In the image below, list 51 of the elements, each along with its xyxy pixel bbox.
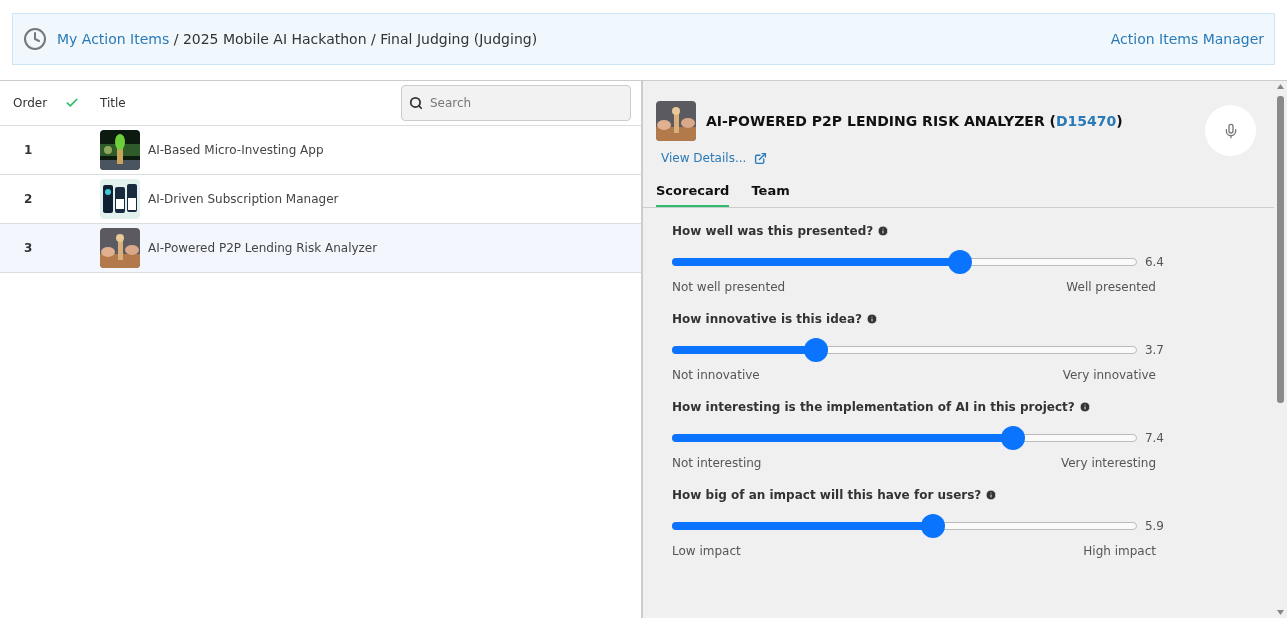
search-field[interactable]: Search	[401, 85, 631, 121]
search-icon	[409, 96, 423, 110]
column-header: Order	[13, 95, 49, 112]
low-label: Not interesting	[672, 454, 762, 472]
slider-value: 6.4	[1144, 253, 1164, 271]
order-number: 2	[24, 191, 34, 208]
question-label: How innovative is this idea?	[672, 310, 862, 328]
order-number: 3	[24, 240, 34, 257]
slider[interactable]	[672, 337, 1137, 362]
info-icon[interactable]	[1078, 400, 1091, 413]
high-label: Very innovative	[1062, 366, 1156, 384]
high-label: Very interesting	[1060, 454, 1156, 472]
slider-thumb[interactable]	[804, 337, 828, 362]
microphone-button[interactable]	[1205, 105, 1256, 156]
slider[interactable]	[672, 249, 1137, 274]
low-label: Low impact	[672, 542, 741, 560]
manager-link[interactable]: Action Items Manager	[1110, 28, 1264, 50]
slider[interactable]	[672, 513, 1137, 538]
slider-value: 3.7	[1144, 341, 1164, 359]
slider-value: 5.9	[1144, 517, 1164, 535]
row-title: AI-Powered P2P Lending Risk Analyzer	[148, 240, 378, 257]
high-label: High impact	[1083, 542, 1156, 560]
slider-thumb[interactable]	[1001, 425, 1026, 450]
slider-thumb[interactable]	[921, 513, 946, 538]
external-link-icon[interactable]	[754, 151, 768, 165]
low-label: Not well presented	[672, 278, 786, 296]
project-title: AI-POWERED P2P LENDING RISK ANALYZER (D15470)	[706, 111, 1123, 131]
row-title: AI-Based Micro-Investing App	[148, 142, 324, 159]
high-label: Well presented	[1066, 278, 1156, 296]
question-label: How big of an impact will this have for users?	[672, 486, 982, 504]
list-row[interactable]: 3 AI-Powered P2P Lending Risk Analyzer	[0, 224, 641, 273]
slider-value: 7.4	[1144, 429, 1164, 447]
order-number: 1	[24, 142, 34, 159]
breadcrumb-link[interactable]: My Action Items	[57, 28, 170, 50]
low-label: Not innovative	[672, 366, 760, 384]
breadcrumb-path: / 2025 Mobile AI Hackathon / Final Judging (Judging)	[172, 29, 538, 49]
info-icon[interactable]	[985, 488, 998, 501]
info-icon[interactable]	[865, 312, 878, 325]
question-label: How well was this presented?	[672, 222, 874, 240]
info-icon[interactable]	[877, 224, 890, 237]
column-header: Title	[100, 95, 126, 112]
tab[interactable]: Team	[751, 181, 790, 207]
row-title: AI-Driven Subscription Manager	[148, 191, 339, 208]
clock-icon	[23, 27, 47, 51]
slider-thumb[interactable]	[948, 249, 972, 274]
scrollbar[interactable]	[1274, 81, 1287, 618]
tab[interactable]: Scorecard	[656, 181, 730, 207]
slider[interactable]	[672, 425, 1137, 450]
question-label: How interesting is the implementation of AI in this project?	[672, 398, 1075, 416]
check-icon	[65, 96, 79, 110]
view-details-link[interactable]: View Details...	[661, 149, 747, 167]
